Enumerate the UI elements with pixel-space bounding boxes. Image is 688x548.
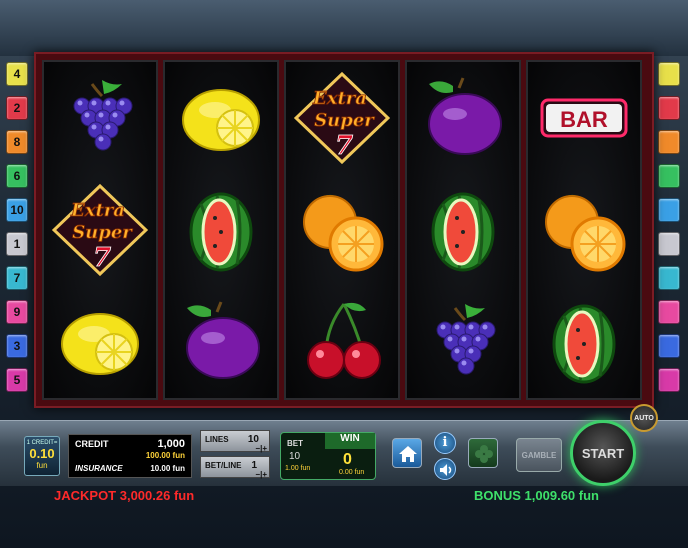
home-icon	[399, 446, 417, 462]
svg-text:Extra: Extra	[70, 200, 125, 221]
reel-symbol	[165, 62, 277, 174]
reel-symbol: Extra Super 7	[44, 174, 156, 286]
insurance-label: INSURANCE	[75, 464, 123, 473]
line-indicator: 4	[6, 62, 28, 86]
watermelon-icon	[431, 192, 495, 272]
reel-5: BAR	[526, 60, 642, 400]
line-indicator-right	[658, 368, 680, 392]
reel-symbol: Extra Super 7	[286, 62, 398, 174]
reel-1: Extra Super 7	[42, 60, 158, 400]
info-button[interactable]: i	[434, 432, 456, 454]
line-indicator: 9	[6, 300, 28, 324]
bar-icon: BAR	[540, 98, 628, 138]
gamble-button[interactable]: GAMBLE	[516, 438, 562, 472]
lines-label: LINES	[205, 435, 229, 444]
jackpot-display: JACKPOT 3,000.26 fun	[54, 488, 195, 503]
extra-super-7-icon: ExtraSuper7	[294, 71, 390, 165]
reels-frame: Extra Super 7 Extra Super 7 BAR	[34, 52, 654, 408]
line-indicator: 7	[6, 266, 28, 290]
orange-icon	[303, 194, 384, 272]
gamble-toggle-button[interactable]	[468, 438, 498, 468]
line-indicator: 1	[6, 232, 28, 256]
watermelon-icon	[189, 192, 253, 272]
lemon-icon	[61, 313, 139, 375]
bonus-display: BONUS 1,009.60 fun	[474, 488, 599, 503]
top-banner	[0, 0, 688, 56]
start-button[interactable]: START	[570, 420, 636, 486]
reel-symbol	[165, 286, 277, 398]
bet-fun: 1.00 fun	[285, 465, 311, 472]
line-indicator-right	[658, 266, 680, 290]
grapes-icon	[73, 80, 133, 151]
orange-icon	[545, 194, 626, 272]
line-indicator-right	[658, 96, 680, 120]
reel-symbol	[286, 286, 398, 398]
extra-super-7-icon: ExtraSuper7	[52, 183, 148, 277]
svg-text:BAR: BAR	[560, 107, 608, 132]
grapes-icon	[436, 304, 496, 375]
win-fun: 0.00 fun	[339, 469, 365, 476]
credit-rate-unit: fun	[36, 461, 48, 470]
svg-text:7: 7	[335, 131, 353, 161]
reel-symbol	[528, 174, 640, 286]
lemon-icon	[182, 89, 260, 151]
lines-control[interactable]: LINES 10 −|+	[200, 430, 270, 453]
line-indicator: 2	[6, 96, 28, 120]
line-indicator: 6	[6, 164, 28, 188]
lines-stepper-icon[interactable]: −|+	[255, 444, 267, 453]
credit-fun: 100.00 fun	[145, 451, 185, 460]
credit-label: CREDIT	[75, 439, 109, 449]
insurance-value: 10.00 fun	[150, 464, 185, 473]
reel-symbol	[407, 174, 519, 286]
line-indicator-right	[658, 300, 680, 324]
line-indicator-right	[658, 130, 680, 154]
bet-label: BET	[287, 439, 303, 448]
line-indicator: 8	[6, 130, 28, 154]
reel-symbol	[44, 62, 156, 174]
cherries-icon	[307, 302, 381, 379]
win-value: 0	[343, 451, 352, 468]
reel-symbol	[286, 174, 398, 286]
svg-text:Super: Super	[314, 110, 375, 131]
home-button[interactable]	[392, 438, 422, 468]
line-indicator: 5	[6, 368, 28, 392]
credit-value: 1,000	[157, 438, 185, 450]
watermelon-icon	[552, 304, 616, 384]
line-indicator-right	[658, 198, 680, 222]
svg-text:Extra: Extra	[312, 88, 367, 109]
line-indicator: 3	[6, 334, 28, 358]
reel-3: Extra Super 7	[284, 60, 400, 400]
reel-2	[163, 60, 279, 400]
plum-icon	[186, 301, 260, 379]
svg-text:Super: Super	[72, 222, 133, 243]
line-indicator-right	[658, 334, 680, 358]
reel-symbol: BAR	[528, 62, 640, 174]
line-indicator-right	[658, 164, 680, 188]
bet-win-display: BET 10 1.00 fun WIN 0 0.00 fun	[280, 432, 376, 480]
reel-symbol	[407, 286, 519, 398]
speaker-icon	[440, 464, 452, 476]
sound-button[interactable]	[434, 458, 456, 480]
line-indicator-right	[658, 62, 680, 86]
line-indicator: 10	[6, 198, 28, 222]
reel-symbol	[528, 286, 640, 398]
clover-icon	[475, 445, 493, 463]
bet-value: 10	[289, 451, 301, 462]
svg-text:7: 7	[93, 243, 111, 273]
reel-symbol	[44, 286, 156, 398]
reel-4	[405, 60, 521, 400]
reel-symbol	[407, 62, 519, 174]
bet-line-stepper-icon[interactable]: −|+	[255, 470, 267, 479]
credit-display: CREDIT 1,000 100.00 fun INSURANCE 10.00 …	[68, 434, 192, 478]
bet-line-label: BET/LINE	[205, 461, 242, 470]
credit-rate-value: 0.10	[29, 446, 55, 461]
bet-line-control[interactable]: BET/LINE 1 −|+	[200, 456, 270, 479]
reel-symbol	[165, 174, 277, 286]
win-label: WIN	[325, 433, 375, 449]
plum-icon	[428, 77, 502, 155]
credit-value-button[interactable]: 1 CREDIT= 0.10 fun	[24, 436, 60, 476]
auto-button[interactable]: AUTO	[630, 404, 658, 432]
line-indicator-right	[658, 232, 680, 256]
